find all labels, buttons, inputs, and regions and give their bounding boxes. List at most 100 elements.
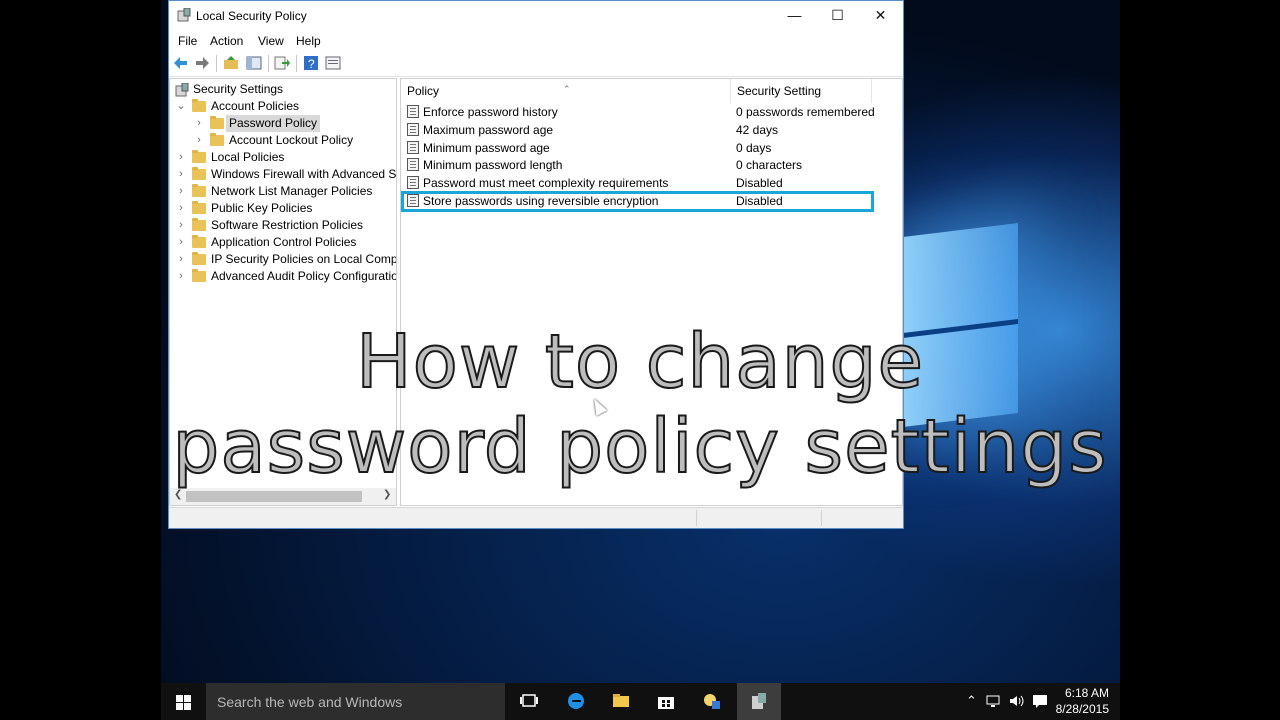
expand-chevron-icon[interactable]: › [194,132,204,149]
tree-item-label: Windows Firewall with Advanced Secu [211,167,397,181]
network-icon[interactable] [985,692,1003,710]
expand-chevron-icon[interactable]: › [194,115,204,132]
store-icon[interactable] [656,691,676,711]
show-hidden-icons-chevron-icon[interactable]: ⌃ [966,693,977,709]
policy-setting-value: 0 characters [736,158,803,173]
back-icon[interactable] [173,55,189,71]
tree-item-label: IP Security Policies on Local Compute [211,252,397,266]
policy-row[interactable]: Minimum password age 0 days [401,139,881,157]
scroll-right-arrow-icon[interactable]: ❯ [383,489,391,500]
folder-icon [192,235,206,248]
policy-name: Enforce password history [423,105,558,119]
windows-start-icon-pane [176,703,183,710]
taskbar-search-placeholder: Search the web and Windows [217,694,403,710]
tree-root-label: Security Settings [193,82,284,96]
menu-file[interactable]: File [178,34,197,48]
policy-row[interactable]: Enforce password history 0 passwords reme… [401,103,881,121]
column-header-policy-label: Policy [407,84,440,98]
policy-item-icon [407,176,419,190]
column-header-policy[interactable]: Policy ⌃ [401,79,731,103]
close-button[interactable]: ✕ [859,1,902,31]
export-icon[interactable] [274,55,290,71]
tree-item-label: Public Key Policies [211,201,313,215]
folder-icon [192,218,206,231]
expand-chevron-icon[interactable]: › [176,149,186,166]
policy-setting-value: 0 days [736,140,772,155]
task-view-icon[interactable] [519,691,539,711]
status-separator [821,510,822,526]
folder-icon [192,167,206,180]
windows-start-icon [176,695,183,702]
menu-view[interactable]: View [258,34,284,48]
folder-icon [192,269,206,282]
svg-text:?: ? [308,57,315,71]
tree-item-label: Local Policies [211,150,285,164]
taskbar-search-box[interactable]: Search the web and Windows [206,683,505,720]
overlay-title-line-2: password policy settings [171,404,1108,490]
menu-action[interactable]: Action [210,34,243,48]
title-bar[interactable]: Local Security Policy — ☐ ✕ [169,1,903,31]
minimize-button[interactable]: — [773,1,816,31]
expand-chevron-icon[interactable]: › [176,166,186,183]
start-button[interactable] [161,683,205,720]
column-header-security-setting-label: Security Setting [737,84,822,98]
folder-icon [192,150,206,163]
volume-icon[interactable] [1008,692,1026,710]
expand-chevron-icon[interactable]: › [176,234,186,251]
system-clock[interactable]: 6:18 AM 8/28/2015 [1044,685,1109,717]
up-folder-icon[interactable] [223,55,239,71]
policy-item-icon [407,105,419,118]
tree-item-label: Network List Manager Policies [211,184,373,198]
tree-item-label: Software Restriction Policies [211,218,364,232]
folder-icon [192,99,206,112]
scrollbar-thumb[interactable] [186,491,362,502]
help-icon[interactable]: ? [303,55,319,71]
policy-item-icon [407,122,419,136]
taskbar: Search the web and Windows ⌃ 6:18 AM 8/2… [161,683,1120,720]
forward-icon[interactable] [194,55,210,71]
tree-item-label: Password Policy [226,115,321,132]
toolbar-separator [296,55,297,72]
expand-chevron-icon[interactable]: › [176,217,186,234]
properties-icon[interactable] [325,55,341,71]
security-settings-icon [175,83,189,97]
policy-row[interactable]: Password must meet complexity requiremen… [401,174,881,192]
tree-item-label: Application Control Policies [211,235,357,249]
policy-row[interactable]: Maximum password age 42 days [401,121,881,139]
file-explorer-icon[interactable] [611,691,631,711]
policy-name: Minimum password age [423,140,550,155]
policy-row[interactable]: Minimum password length 0 characters [401,156,881,174]
folder-icon [210,116,224,129]
windows-start-icon-pane [184,703,191,710]
security-policy-app-icon [177,8,191,22]
policy-name: Minimum password length [423,158,563,173]
edge-browser-icon[interactable] [566,691,586,711]
folder-icon [192,252,206,265]
policy-item-icon [407,140,419,154]
taskbar-active-app[interactable] [737,683,781,720]
show-hide-tree-icon[interactable] [246,55,262,71]
maximize-button[interactable]: ☐ [816,1,859,31]
folder-icon [210,133,224,146]
status-separator [696,510,697,526]
window-title: Local Security Policy [196,9,307,23]
highlight-annotation-box [401,191,874,212]
toolbar: ? [169,51,903,77]
collapse-chevron-icon[interactable]: ⌄ [176,98,186,115]
overlay-title-line-1: How to change [355,319,925,405]
expand-chevron-icon[interactable]: › [176,251,186,268]
column-header-security-setting[interactable]: Security Setting [731,79,872,103]
clock-date: 8/28/2015 [1055,702,1109,716]
policy-item-icon [407,158,419,172]
app-shortcut-icon[interactable] [702,691,722,711]
expand-chevron-icon[interactable]: › [176,268,186,285]
tree-horizontal-scrollbar[interactable]: ❮ ❯ [170,488,396,505]
menu-help[interactable]: Help [296,34,321,48]
toolbar-separator [268,55,269,72]
policy-name: Maximum password age [423,122,554,137]
tree-item-label: Account Policies [211,99,300,113]
tree-item-label: Account Lockout Policy [229,133,354,147]
expand-chevron-icon[interactable]: › [176,200,186,217]
scroll-left-arrow-icon[interactable]: ❮ [174,489,182,500]
expand-chevron-icon[interactable]: › [176,183,186,200]
